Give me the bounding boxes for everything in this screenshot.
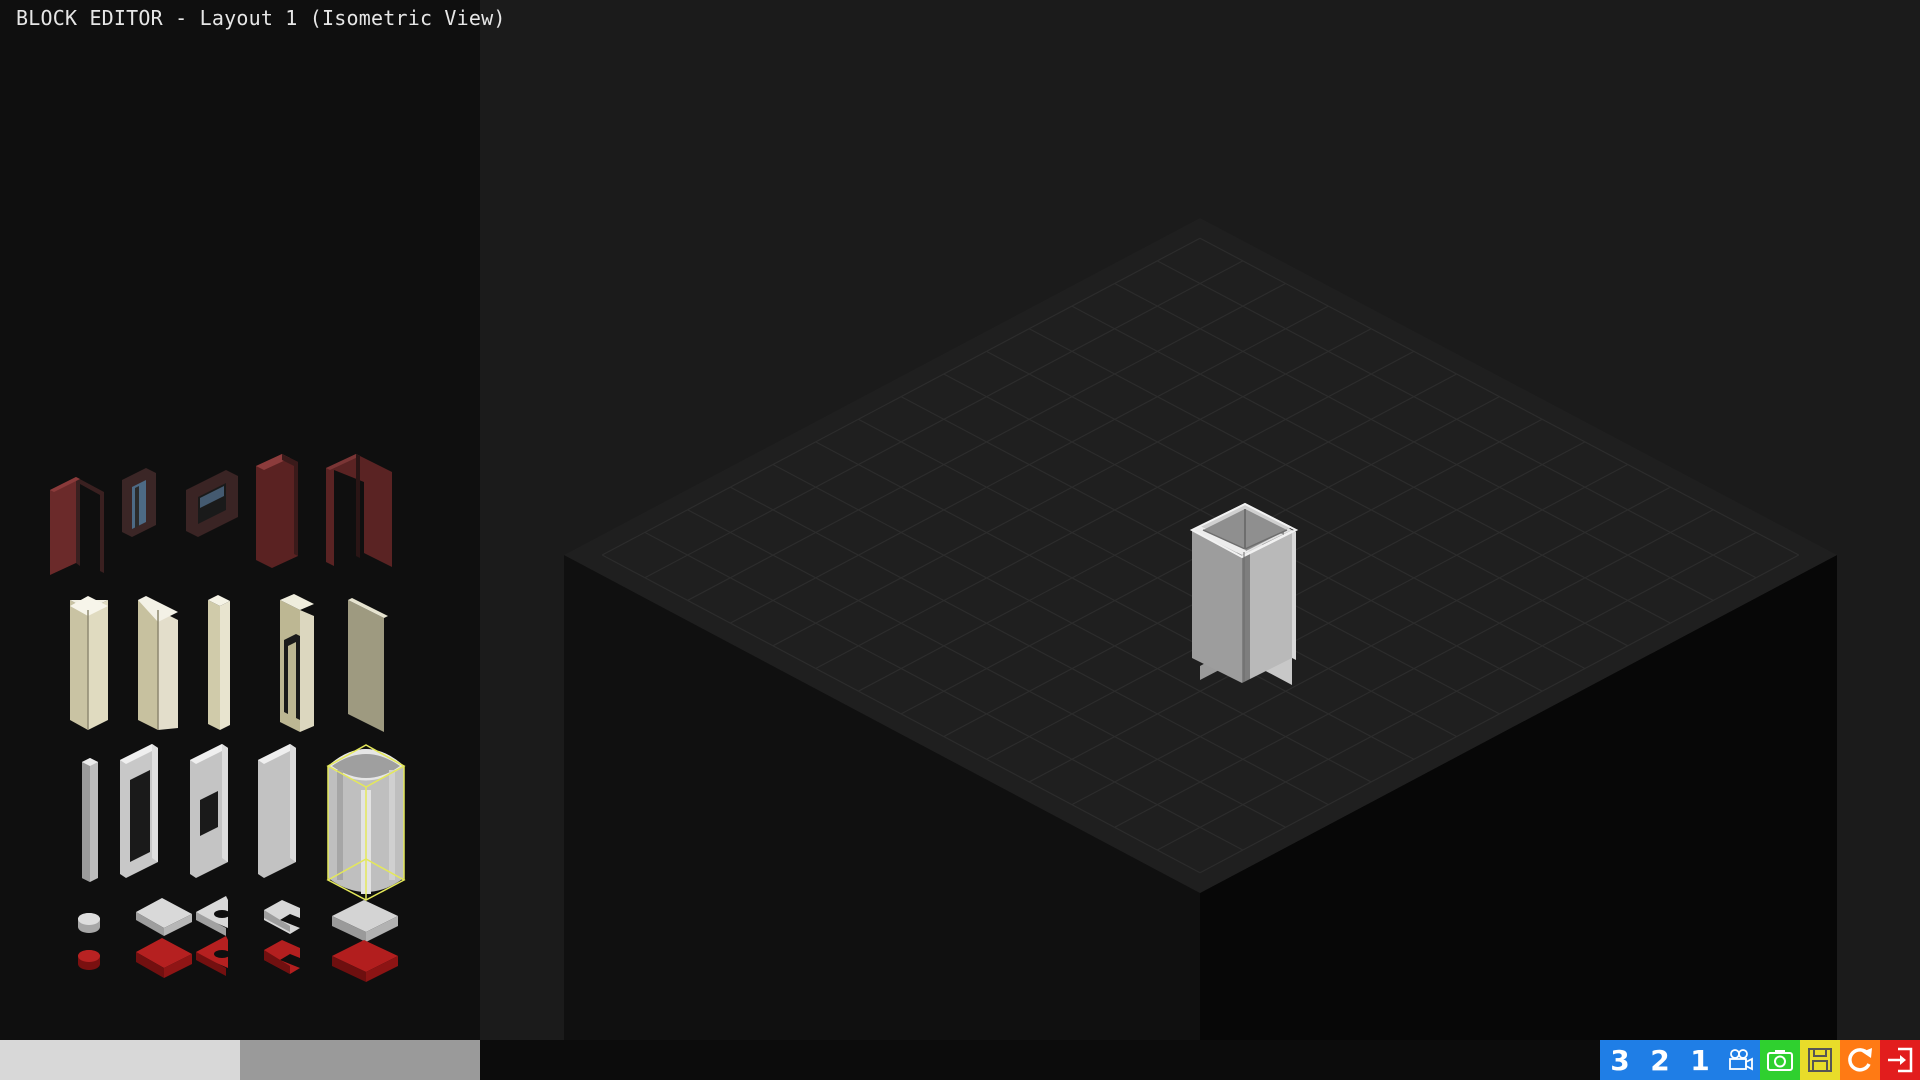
screenshot-button[interactable] [1760, 1040, 1800, 1080]
block-palette [0, 0, 480, 1040]
save-button[interactable] [1800, 1040, 1840, 1080]
palette-tab-2[interactable] [240, 1040, 480, 1080]
toolbar: 3 2 1 [1600, 1040, 1920, 1080]
palette-item-window-frame[interactable] [186, 470, 238, 537]
screenshot-icon [1767, 1050, 1793, 1071]
exit-icon [1888, 1047, 1913, 1073]
palette-item-wall-thin[interactable] [208, 595, 230, 730]
palette-item-wall-cross[interactable] [70, 596, 108, 730]
palette-item-floor-tile[interactable] [332, 900, 398, 982]
palette-canvas [50, 454, 406, 982]
palette-item-floor-square[interactable] [136, 898, 192, 978]
palette-item-wall-doorway[interactable] [280, 594, 314, 732]
palette-item-wall-panel[interactable] [258, 744, 296, 878]
exit-button[interactable] [1880, 1040, 1920, 1080]
layer-1-button[interactable]: 1 [1680, 1040, 1720, 1080]
palette-item-window-small[interactable] [122, 468, 156, 537]
reset-icon [1848, 1048, 1872, 1072]
save-icon [1808, 1048, 1832, 1072]
palette-item-pillar[interactable] [82, 758, 98, 882]
palette-item-floor-round[interactable] [78, 913, 100, 970]
scene-canvas[interactable] [480, 0, 1920, 1040]
camera-button[interactable] [1720, 1040, 1760, 1080]
palette-tab-1[interactable] [0, 1040, 240, 1080]
placed-block-wall-corner[interactable] [1189, 502, 1299, 685]
palette-item-door-open-dark-2[interactable] [326, 454, 392, 567]
editor-title: BLOCK EDITOR - Layout 1 (Isometric View) [16, 6, 506, 30]
camera-icon [1729, 1049, 1753, 1071]
palette-item-wall-window-large[interactable] [120, 744, 158, 878]
layer-2-button[interactable]: 2 [1640, 1040, 1680, 1080]
layer-3-button[interactable]: 3 [1600, 1040, 1640, 1080]
palette-item-wall-window-small[interactable] [190, 744, 228, 878]
palette-item-floor-cutout[interactable] [196, 896, 230, 976]
reset-button[interactable] [1840, 1040, 1880, 1080]
palette-item-wall-corner[interactable] [138, 596, 178, 730]
palette-item-door-open-dark[interactable] [50, 477, 104, 575]
isometric-viewport[interactable] [480, 0, 1920, 1040]
palette-item-door-closed-dark[interactable] [256, 454, 298, 568]
palette-item-wall-flat[interactable] [348, 598, 388, 732]
palette-item-wall-rounded-selected[interactable] [326, 744, 406, 901]
palette-item-floor-l-shape[interactable] [264, 900, 300, 974]
